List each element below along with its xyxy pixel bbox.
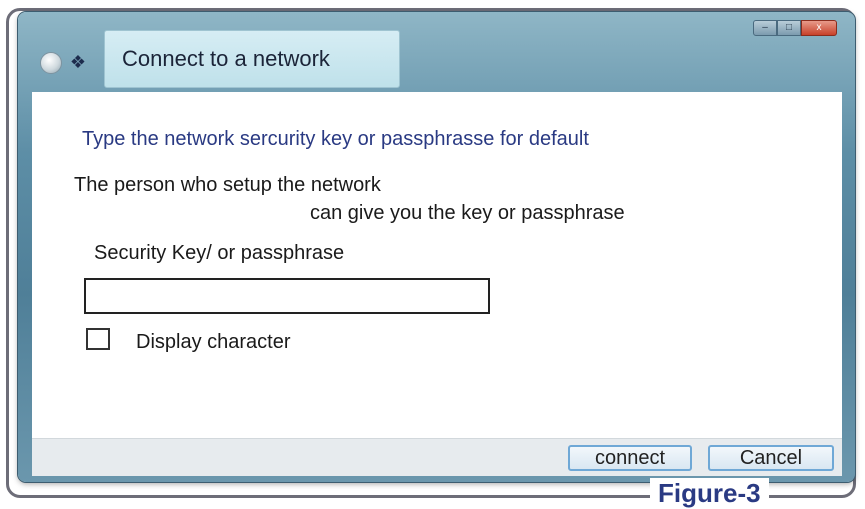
dialog-content: Type the network sercurity key or passph… bbox=[32, 92, 842, 438]
minimize-button[interactable]: – bbox=[753, 20, 777, 36]
display-character-label: Display character bbox=[136, 331, 291, 353]
window-title: Connect to a network bbox=[122, 46, 330, 71]
description-line-1: The person who setup the network bbox=[74, 174, 381, 196]
window-controls: – □ x bbox=[753, 20, 837, 36]
connect-button[interactable]: connect bbox=[568, 445, 692, 471]
close-button[interactable]: x bbox=[801, 20, 837, 36]
connect-dialog: ❖ Connect to a network – □ x Type the ne… bbox=[18, 12, 855, 482]
title-bar: ❖ Connect to a network – □ x bbox=[18, 12, 855, 92]
cancel-button[interactable]: Cancel bbox=[708, 445, 834, 471]
dialog-heading: Type the network sercurity key or passph… bbox=[82, 128, 589, 150]
back-arrow-icon[interactable] bbox=[40, 52, 62, 74]
dialog-footer: connect Cancel bbox=[32, 438, 842, 476]
security-key-label: Security Key/ or passphrase bbox=[94, 242, 345, 264]
figure-caption: Figure-3 bbox=[650, 478, 769, 508]
maximize-button[interactable]: □ bbox=[777, 20, 801, 36]
network-icon: ❖ bbox=[69, 52, 87, 72]
description-line-2: can give you the key or passphrase bbox=[310, 202, 625, 224]
security-key-input[interactable] bbox=[84, 278, 490, 314]
display-character-checkbox[interactable] bbox=[86, 328, 110, 350]
